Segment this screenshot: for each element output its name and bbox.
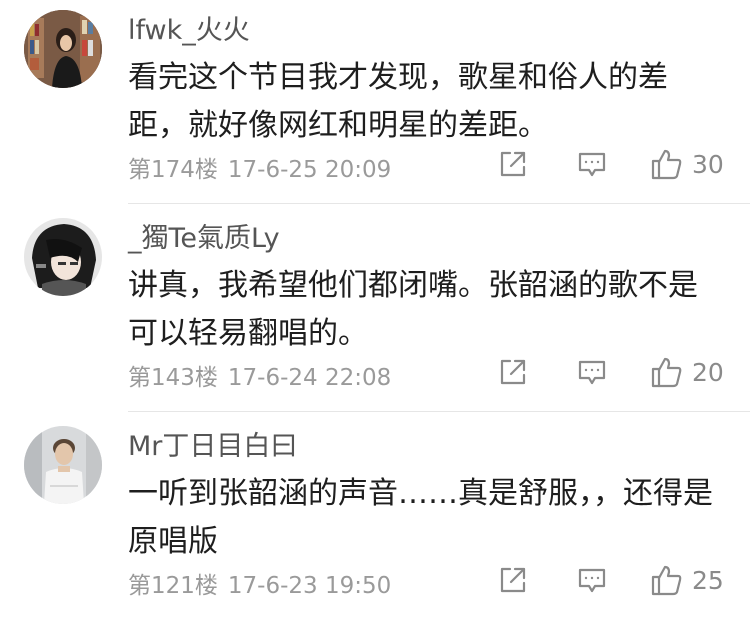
reply-icon [578,152,606,177]
reply-button[interactable] [577,146,609,182]
comment-text-line: 距，就好像网红和明星的差距。 [128,108,548,143]
reply-button[interactable] [577,354,609,390]
comment-text-line: 原唱版 [128,524,218,559]
share-icon [500,151,526,177]
comment-text: 看完这个节目我才发现，歌星和俗人的差 距，就好像网红和明星的差距。 [128,54,718,150]
like-count: 30 [692,149,724,179]
like-count: 25 [692,565,724,595]
divider [128,411,750,412]
reply-icon [578,360,606,385]
thumbs-up-icon [651,565,682,596]
comment-meta: 第121楼 17-6-23 19:50 [128,566,391,600]
like-count: 20 [692,357,724,387]
floor-number: 第143楼 [128,365,218,391]
user-avatar[interactable] [24,10,102,88]
comment-text: 一听到张韶涵的声音……真是舒服，，还得是 原唱版 [128,470,718,566]
comment-item: _獨Te氣质Ly 讲真，我希望他们都闭嘴。张韶涵的歌不是 可以轻易翻唱的。 第1… [0,208,750,413]
thumbs-up-icon [651,149,682,180]
comment-meta: 第174楼 17-6-25 20:09 [128,150,391,184]
comment-time: 17-6-24 22:08 [227,365,392,391]
username[interactable]: lfwk_火火 [128,8,250,47]
comment-text-line: 可以轻易翻唱的。 [128,316,368,351]
comment-text-line: 一听到张韶涵的声音……真是舒服，，还得是 [128,476,713,511]
comment-text: 讲真，我希望他们都闭嘴。张韶涵的歌不是 可以轻易翻唱的。 [128,262,718,358]
comment-time: 17-6-23 19:50 [227,573,392,599]
username[interactable]: Mr丁日目白曰 [128,424,297,463]
share-icon [500,567,526,593]
comment-item: lfwk_火火 看完这个节目我才发现，歌星和俗人的差 距，就好像网红和明星的差距… [0,0,750,205]
like-button[interactable]: 20 [650,354,724,390]
like-button[interactable]: 30 [650,146,724,182]
comment-item: Mr丁日目白曰 一听到张韶涵的声音……真是舒服，，还得是 原唱版 第121楼 17… [0,416,750,621]
user-avatar[interactable] [24,218,102,296]
user-avatar[interactable] [24,426,102,504]
reply-button[interactable] [577,562,609,598]
reply-icon [578,568,606,593]
comment-text-line: 看完这个节目我才发现，歌星和俗人的差 [128,60,668,95]
comment-meta: 第143楼 17-6-24 22:08 [128,358,391,392]
divider [128,203,750,204]
share-button[interactable] [498,354,530,390]
like-button[interactable]: 25 [650,562,724,598]
share-button[interactable] [498,562,530,598]
share-button[interactable] [498,146,530,182]
floor-number: 第174楼 [128,157,218,183]
floor-number: 第121楼 [128,573,218,599]
comment-text-line: 讲真，我希望他们都闭嘴。张韶涵的歌不是 [128,268,698,303]
share-icon [500,359,526,385]
thumbs-up-icon [651,357,682,388]
comment-time: 17-6-25 20:09 [227,157,392,183]
username[interactable]: _獨Te氣质Ly [128,216,280,255]
